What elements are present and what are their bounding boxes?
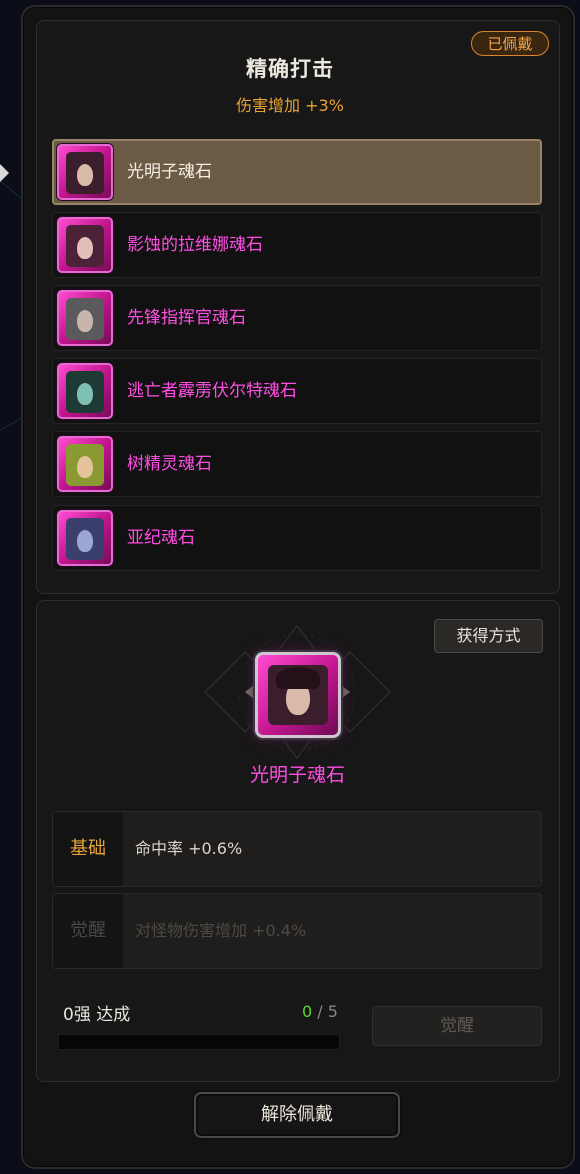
left-chevron-icon — [245, 686, 253, 698]
soul-stone-thumbnail — [57, 436, 113, 492]
soul-stone-list-item[interactable]: 影蚀的拉维娜魂石 — [52, 212, 542, 278]
progress-separator: / — [312, 1002, 328, 1021]
right-chevron-icon — [342, 686, 350, 698]
stat-row-base: 基础 命中率 +0.6% — [52, 811, 542, 887]
awaken-button[interactable]: 觉醒 — [372, 1006, 542, 1046]
enhance-progress-count: 0 / 5 — [302, 1002, 338, 1021]
soul-stone-list-item[interactable]: 树精灵魂石 — [52, 431, 542, 497]
soul-stone-label: 影蚀的拉维娜魂石 — [127, 235, 263, 255]
selected-soul-stone-image — [255, 652, 341, 738]
enhance-progress-bar — [58, 1034, 340, 1050]
soul-stone-label: 亚纪魂石 — [127, 528, 195, 548]
soul-stone-thumbnail — [57, 510, 113, 566]
soul-stone-thumbnail — [57, 144, 113, 200]
soul-stone-label: 光明子魂石 — [127, 162, 212, 182]
soul-stone-label: 先锋指挥官魂石 — [127, 308, 246, 328]
selected-soul-stone-name: 光明子魂石 — [249, 764, 345, 786]
enhance-progress-label: 0强 达成 — [63, 1005, 131, 1025]
soul-stone-thumbnail — [57, 363, 113, 419]
skill-title: 精确打击 — [246, 57, 334, 81]
side-arrow-icon — [0, 164, 9, 182]
soul-stone-list-item[interactable]: 逃亡者霹雳伏尔特魂石 — [52, 358, 542, 424]
stat-row-awaken: 觉醒 对怪物伤害增加 +0.4% — [52, 893, 542, 969]
soul-stone-label: 逃亡者霹雳伏尔特魂石 — [127, 381, 297, 401]
progress-max: 5 — [327, 1002, 338, 1021]
soul-stone-list-item[interactable]: 先锋指挥官魂石 — [52, 285, 542, 351]
acquire-method-button[interactable]: 获得方式 — [434, 619, 543, 653]
stat-key-base: 基础 — [53, 812, 123, 886]
stat-value-awaken: 对怪物伤害增加 +0.4% — [135, 921, 307, 940]
soul-stone-list-item[interactable]: 光明子魂石 — [52, 139, 542, 205]
stat-value-base: 命中率 +0.6% — [135, 839, 243, 858]
soul-stone-list-item[interactable]: 亚纪魂石 — [52, 505, 542, 571]
soul-stone-thumbnail — [57, 290, 113, 346]
soul-stone-label: 树精灵魂石 — [127, 454, 212, 474]
stat-key-awaken: 觉醒 — [53, 894, 123, 968]
progress-current: 0 — [302, 1002, 313, 1021]
skill-effect: 伤害增加 +3% — [236, 96, 344, 115]
soul-stone-thumbnail — [57, 217, 113, 273]
unequip-button[interactable]: 解除佩戴 — [194, 1092, 400, 1138]
